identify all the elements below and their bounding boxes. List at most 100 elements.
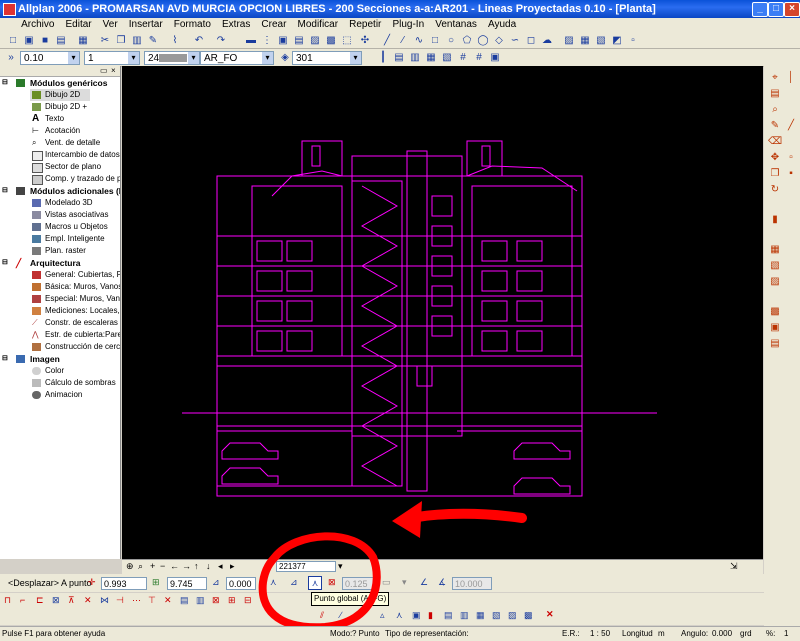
clipping-icon[interactable]: ◻ [524,34,538,48]
rotate-icon[interactable]: ↻ [768,184,782,196]
panel-close-icon[interactable]: × [111,66,116,75]
tool-icon-28[interactable]: ▩ [524,610,533,621]
line-icon[interactable]: ╱ [380,34,394,48]
expand-icon[interactable]: ⊟ [2,353,8,365]
menu-ayuda[interactable]: Ayuda [484,18,520,32]
layout-icon[interactable]: ▦ [768,244,782,256]
layer-manager-icon[interactable]: ◈ [278,51,292,65]
tool-icon-2[interactable]: ⌐ [20,595,25,605]
zoom-in-icon[interactable]: + [150,561,155,571]
format-icon-2[interactable]: ▤ [392,51,406,65]
move-icon[interactable]: ✥ [768,152,782,164]
expand-icon[interactable]: ⊟ [2,185,8,197]
previous-view-icon[interactable]: ◂ [218,561,223,572]
layer-icon[interactable]: ▬ [244,34,258,48]
menu-ventanas[interactable]: Ventanas [431,18,481,32]
rectangle-icon[interactable]: □ [428,34,442,48]
tool-icon-14[interactable]: ⊠ [212,595,220,606]
tool-icon-8[interactable]: ⊣ [116,595,124,606]
zoom-icon[interactable]: ⌕ [768,104,782,116]
side-icon-d[interactable]: ▪ [784,168,798,180]
menu-ver[interactable]: Ver [99,18,122,32]
zoom-out-icon[interactable]: − [160,561,165,571]
brush-icon[interactable]: ⌇ [168,34,182,48]
tool-icon-5[interactable]: ⊼ [68,595,75,606]
redo-icon[interactable]: ↷ [214,34,228,48]
tool-icon-24[interactable]: ▥ [460,610,469,621]
print-preview-icon[interactable]: ▦ [76,34,90,48]
paste-icon[interactable]: ▥ [130,34,144,48]
tool-icon-4[interactable]: ⊠ [52,595,60,606]
toolbar-expand-icon[interactable]: » [4,51,18,65]
menu-formato[interactable]: Formato [170,18,215,32]
cube-icon[interactable]: ⬚ [340,34,354,48]
pencil-icon[interactable]: ✎ [768,120,782,132]
close-button[interactable]: × [784,2,800,17]
format-icon-6[interactable]: # [456,51,470,65]
pan-right-icon[interactable]: → [182,561,191,571]
menu-modificar[interactable]: Modificar [294,18,343,32]
format-icon-4[interactable]: ▦ [424,51,438,65]
tool-icon-1[interactable]: ⊓ [4,595,11,606]
properties-icon[interactable]: ⋮ [260,34,274,48]
tool-icon-13[interactable]: ▥ [196,595,205,606]
panel-minimize-icon[interactable]: ▭ [100,66,108,75]
tool-icon-25[interactable]: ▦ [476,610,485,621]
cancel-icon[interactable]: ✕ [546,609,554,620]
print-icon[interactable]: ▤ [54,34,68,48]
spline-icon[interactable]: ∿ [412,34,426,48]
select-icon[interactable]: ✣ [358,34,372,48]
angle-icon[interactable]: ∠ [420,577,428,588]
diamond-icon[interactable]: ◇ [492,34,506,48]
next-view-icon[interactable]: ▸ [230,561,235,572]
layer-select[interactable]: AR_FO ▾ [200,51,274,65]
tool-icon-10[interactable]: ⊤ [148,595,156,606]
properties-icon[interactable]: ▤ [768,88,782,100]
layer-icon[interactable]: ▮ [768,214,782,226]
open-file-icon[interactable]: ▣ [22,34,36,48]
ellipse-icon[interactable]: ◯ [476,34,490,48]
tool-icon-3[interactable]: ⊏ [36,595,44,606]
new-file-icon[interactable]: □ [6,34,20,48]
menu-repetir[interactable]: Repetir [345,18,385,32]
zoom-window-icon[interactable]: ⌕ [138,561,143,572]
format-icon-8[interactable]: ▣ [488,51,502,65]
menu-archivo[interactable]: Archivo [17,18,58,32]
nav-extra-icon[interactable]: ⇲ [730,561,738,572]
polygon-icon[interactable]: ⬠ [460,34,474,48]
angle-icon-2[interactable]: ∡ [438,577,446,588]
circle-icon[interactable]: ○ [444,34,458,48]
curve-icon[interactable]: ∽ [508,34,522,48]
tool-icon-9[interactable]: ⋯ [132,595,141,606]
copy-icon[interactable]: ❐ [768,168,782,180]
pan-left-icon[interactable]: ← [170,561,179,571]
menu-insertar[interactable]: Insertar [125,18,167,32]
image-icon[interactable]: ▨ [308,34,322,48]
zoom-all-icon[interactable]: ⊕ [126,561,134,572]
minimize-button[interactable]: _ [752,2,768,17]
hatch-icon[interactable]: ▨ [562,34,576,48]
table-icon[interactable]: ▤ [768,338,782,350]
cut-icon[interactable]: ✂ [98,34,112,48]
grid-icon[interactable]: # [472,51,486,65]
dy-field[interactable]: 9.745 [167,577,207,590]
snap-icon[interactable]: ⌖ [768,72,782,84]
format-icon-3[interactable]: ▥ [408,51,422,65]
side-icon-c[interactable]: ▫ [784,152,798,164]
object-icon[interactable]: ▨ [768,276,782,288]
dx-field[interactable]: 0.993 [101,577,147,590]
filter-icon[interactable]: ▧ [768,260,782,272]
format-icon-5[interactable]: ▧ [440,51,454,65]
tool-icon-15[interactable]: ⊞ [228,595,236,606]
tool-icon-12[interactable]: ▤ [180,595,189,606]
tool-icon-7[interactable]: ⋈ [100,595,109,606]
print-icon[interactable]: ▣ [768,322,782,334]
tool-icon-16[interactable]: ⊟ [244,595,252,606]
line-color-select[interactable]: 24 ▾ [144,51,200,65]
menu-extras[interactable]: Extras [218,18,254,32]
fill-icon[interactable]: ▧ [594,34,608,48]
drawing-canvas[interactable] [122,66,763,559]
menu-plugin[interactable]: Plug-In [388,18,428,32]
side-icon-b[interactable]: ╱ [784,120,798,132]
save-icon[interactable]: ■ [38,34,52,48]
